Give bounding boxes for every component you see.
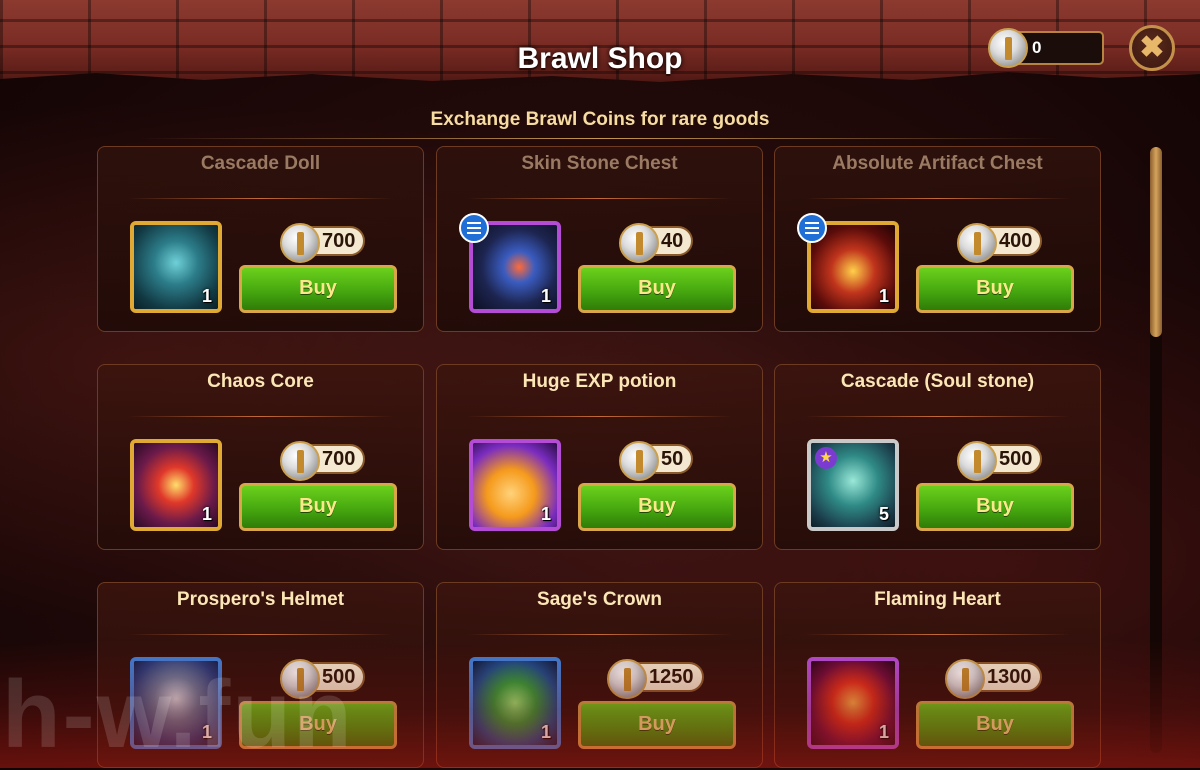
shop-grid: Cascade Doll 1 700 Buy Skin Stone Chest 1 40 Bu… [0, 0, 1200, 768]
card-divider [467, 634, 732, 635]
item-name: Prospero's Helmet [176, 589, 345, 610]
item-slot[interactable]: ★ 5 [807, 439, 899, 531]
buy-button[interactable]: Buy [578, 701, 736, 749]
card-divider [467, 198, 732, 199]
item-slot[interactable]: 1 [130, 221, 222, 313]
price-value: 40 [661, 230, 684, 252]
card-divider [128, 198, 393, 199]
price-value: 700 [322, 230, 356, 252]
price-value: 400 [999, 230, 1033, 252]
item-name: Flaming Heart [874, 589, 1001, 610]
shop-item-card: Chaos Core 1 700 Buy [97, 364, 424, 550]
contents-list-icon[interactable] [459, 213, 489, 243]
item-name: Chaos Core [207, 371, 314, 392]
brawl-coin-icon [619, 223, 659, 263]
buy-button[interactable]: Buy [239, 265, 397, 313]
price-value: 500 [999, 448, 1033, 470]
shop-item-card: Huge EXP potion 1 50 Buy [436, 364, 763, 550]
item-count: 1 [878, 286, 889, 306]
item-count: 1 [878, 722, 889, 742]
item-slot[interactable]: 1 [130, 439, 222, 531]
item-price: 700 [280, 223, 366, 263]
item-count: 1 [540, 286, 551, 306]
brawl-coin-icon [607, 659, 647, 699]
brawl-coin-icon [280, 441, 320, 481]
card-divider [805, 198, 1070, 199]
contents-list-icon[interactable] [797, 213, 827, 243]
buy-button[interactable]: Buy [916, 483, 1074, 531]
brawl-coin-icon [957, 441, 997, 481]
item-slot[interactable]: 1 [807, 657, 899, 749]
shop-item-card: Absolute Artifact Chest 1 400 Buy [774, 146, 1101, 332]
brawl-coin-icon [619, 441, 659, 481]
item-name: Cascade Doll [200, 153, 321, 174]
shop-item-card: Flaming Heart 1 1300 Buy [774, 582, 1101, 768]
shop-item-card: Skin Stone Chest 1 40 Buy [436, 146, 763, 332]
buy-button[interactable]: Buy [578, 265, 736, 313]
shop-item-card: Cascade (Soul stone) ★ 5 500 Buy [774, 364, 1101, 550]
item-price: 50 [619, 441, 694, 481]
card-divider [805, 634, 1070, 635]
item-count: 5 [878, 504, 889, 524]
buy-button[interactable]: Buy [916, 701, 1074, 749]
scrollbar[interactable] [1150, 147, 1162, 753]
item-slot[interactable]: 1 [469, 439, 561, 531]
item-price: 500 [957, 441, 1043, 481]
item-count: 1 [201, 286, 212, 306]
price-value: 1300 [987, 666, 1032, 688]
item-price: 1250 [607, 659, 704, 699]
item-name: Cascade (Soul stone) [840, 371, 1035, 392]
card-divider [128, 634, 393, 635]
brawl-coin-icon [280, 223, 320, 263]
item-count: 1 [540, 722, 551, 742]
price-value: 1250 [649, 666, 694, 688]
item-price: 1300 [945, 659, 1042, 699]
card-divider [128, 416, 393, 417]
item-price: 700 [280, 441, 366, 481]
buy-button[interactable]: Buy [239, 483, 397, 531]
buy-button[interactable]: Buy [916, 265, 1074, 313]
price-value: 50 [661, 448, 684, 470]
shop-item-card: Cascade Doll 1 700 Buy [97, 146, 424, 332]
star-icon: ★ [815, 447, 837, 469]
item-count: 1 [201, 504, 212, 524]
item-price: 40 [619, 223, 694, 263]
scrollbar-thumb[interactable] [1150, 147, 1162, 337]
buy-button[interactable]: Buy [578, 483, 736, 531]
watermark: h-w.fun [2, 661, 354, 768]
price-value: 700 [322, 448, 356, 470]
item-name: Huge EXP potion [522, 371, 677, 392]
item-count: 1 [540, 504, 551, 524]
card-divider [805, 416, 1070, 417]
item-price: 400 [957, 223, 1043, 263]
item-slot[interactable]: 1 [469, 657, 561, 749]
item-name: Sage's Crown [537, 589, 662, 610]
brawl-coin-icon [957, 223, 997, 263]
brawl-coin-icon [945, 659, 985, 699]
shop-item-card: Sage's Crown 1 1250 Buy [436, 582, 763, 768]
card-divider [467, 416, 732, 417]
item-name: Absolute Artifact Chest [832, 153, 1043, 174]
item-name: Skin Stone Chest [521, 153, 678, 174]
